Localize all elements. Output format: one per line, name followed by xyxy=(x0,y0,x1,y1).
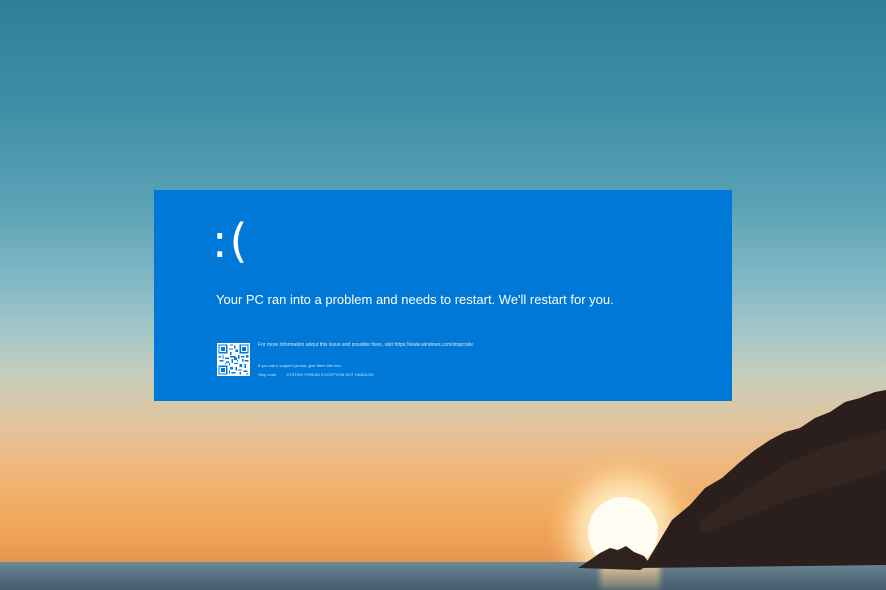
info-text: For more information about this issue an… xyxy=(258,342,474,348)
stop-code-label: Stop code: xyxy=(258,372,278,377)
sad-face-emoticon: :( xyxy=(212,214,250,268)
qr-code-icon xyxy=(217,343,250,376)
stop-code-value: SYSTEM THREAD EXCEPTION NOT HANDLED xyxy=(286,372,375,377)
support-text: If you call a support person, give them … xyxy=(258,363,342,368)
stop-code-row: Stop code: SYSTEM THREAD EXCEPTION NOT H… xyxy=(258,372,374,377)
blue-screen-error-panel: :( Your PC ran into a problem and needs … xyxy=(154,190,732,401)
desktop-wallpaper: :( Your PC ran into a problem and needs … xyxy=(0,0,886,590)
error-message: Your PC ran into a problem and needs to … xyxy=(216,292,614,307)
